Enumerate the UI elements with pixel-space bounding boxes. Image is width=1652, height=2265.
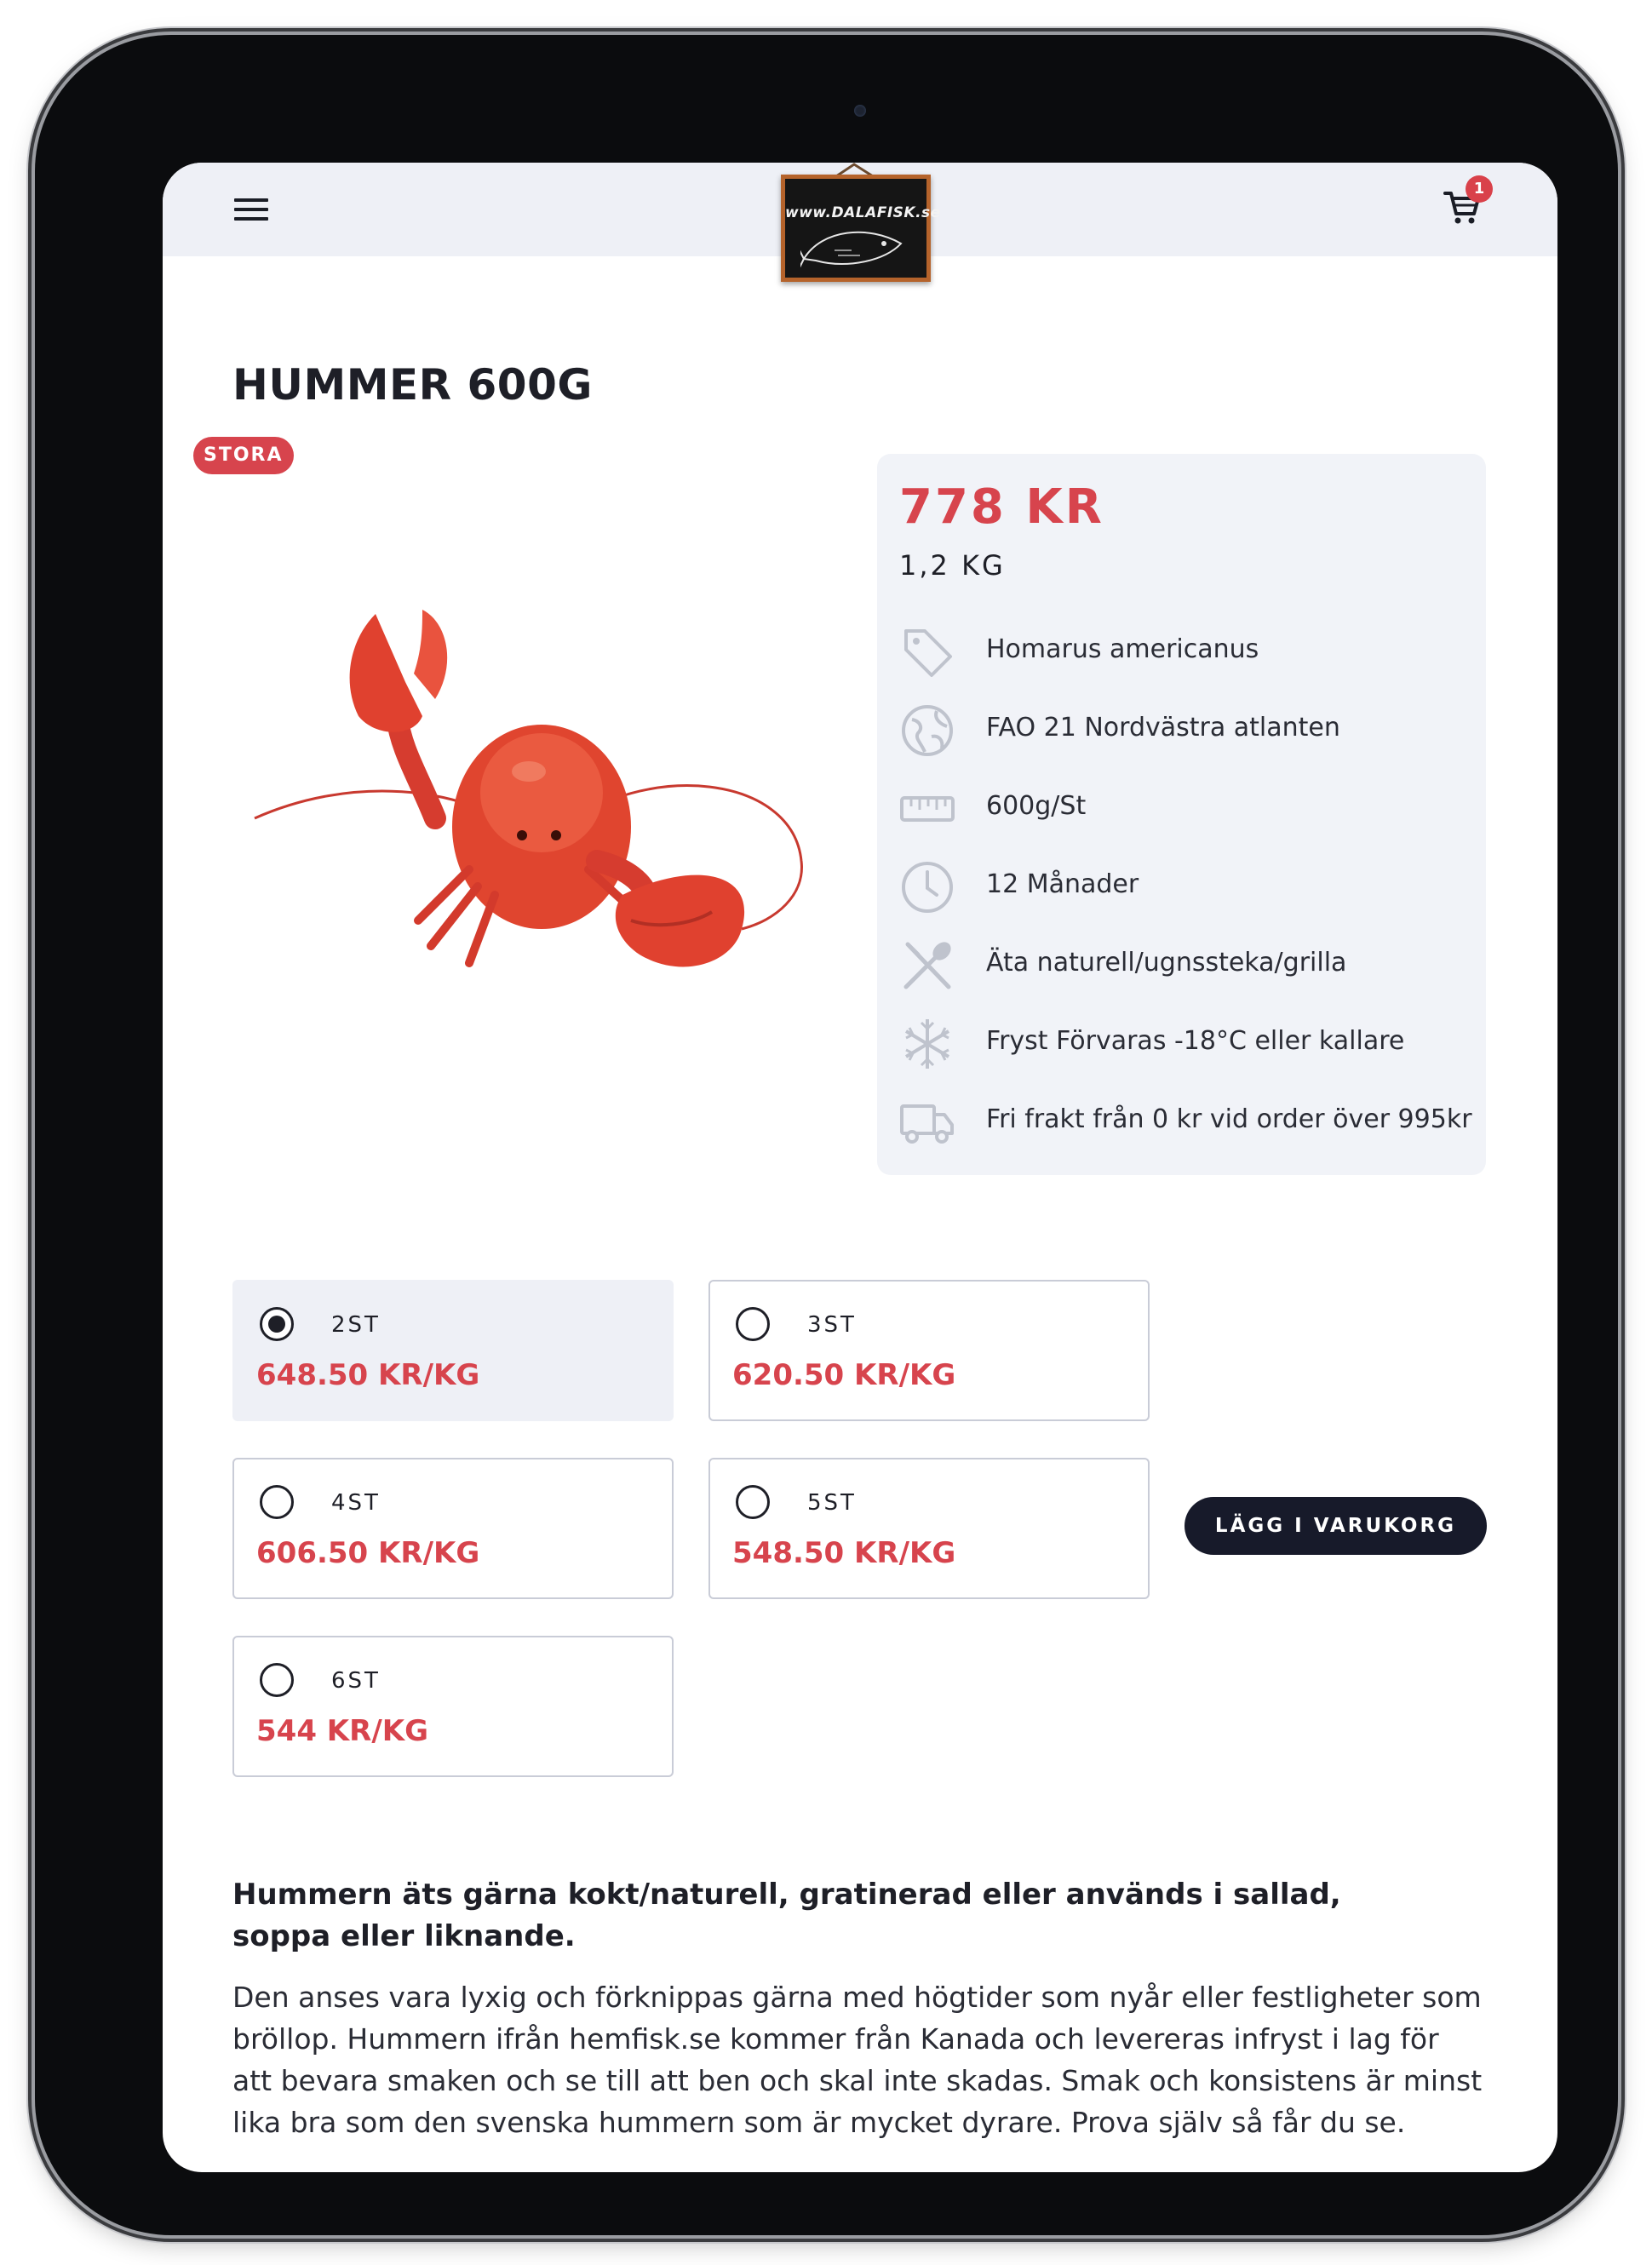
screen: 1 www.DALAFISK.se HUMMER 600G STORA 778 … xyxy=(163,163,1557,2172)
attribute-text: Homarus americanus xyxy=(986,634,1259,664)
option-qty: 4ST xyxy=(331,1490,381,1516)
option-price-per-kg: 606.50 KR/KG xyxy=(256,1536,480,1570)
snowflake-icon xyxy=(904,1019,950,1069)
attribute-size: 600g/St xyxy=(899,777,1478,837)
fish-logo-icon xyxy=(800,231,903,268)
clock-icon xyxy=(902,862,953,913)
attribute-text: Äta naturell/ugnssteka/grilla xyxy=(986,948,1347,978)
option-2st[interactable]: 2ST 648.50 KR/KG xyxy=(232,1280,674,1421)
radio-unselected[interactable] xyxy=(736,1485,770,1519)
option-qty: 3ST xyxy=(807,1312,857,1338)
tablet-frame: 1 www.DALAFISK.se HUMMER 600G STORA 778 … xyxy=(35,35,1618,2235)
option-qty: 5ST xyxy=(807,1490,857,1516)
radio-unselected[interactable] xyxy=(260,1663,294,1697)
radio-unselected[interactable] xyxy=(260,1485,294,1519)
dalafisk-logo[interactable]: www.DALAFISK.se xyxy=(781,175,941,282)
option-price-per-kg: 620.50 KR/KG xyxy=(732,1358,956,1392)
attribute-species: Homarus americanus xyxy=(899,621,1478,680)
option-6st[interactable]: 6ST 544 KR/KG xyxy=(232,1636,674,1777)
size-badge: STORA xyxy=(193,437,294,474)
option-3st[interactable]: 3ST 620.50 KR/KG xyxy=(708,1280,1150,1421)
option-5st[interactable]: 5ST 548.50 KR/KG xyxy=(708,1458,1150,1599)
attribute-storage: Fryst Förvaras -18°C eller kallare xyxy=(899,1012,1478,1072)
tag-icon xyxy=(904,629,952,677)
globe-icon xyxy=(902,705,953,756)
attribute-text: Fryst Förvaras -18°C eller kallare xyxy=(986,1026,1405,1056)
attribute-text: 12 Månader xyxy=(986,869,1139,899)
description-body: Den anses vara lyxig och förknippas gärn… xyxy=(232,1981,1483,2139)
front-camera xyxy=(854,105,866,117)
option-4st[interactable]: 4ST 606.50 KR/KG xyxy=(232,1458,674,1599)
product-weight: 1,2 KG xyxy=(899,549,1006,582)
attribute-text: Fri frakt från 0 kr vid order över 995kr xyxy=(986,1104,1472,1134)
add-to-cart-button[interactable]: LÄGG I VARUKORG xyxy=(1185,1497,1487,1555)
product-price: 778 KR xyxy=(899,479,1104,535)
radio-selected[interactable] xyxy=(260,1307,294,1341)
lobster-product-image xyxy=(254,610,803,967)
attribute-preparation: Äta naturell/ugnssteka/grilla xyxy=(899,934,1478,994)
radio-unselected[interactable] xyxy=(736,1307,770,1341)
option-qty: 2ST xyxy=(331,1312,381,1338)
attribute-origin: FAO 21 Nordvästra atlanten xyxy=(899,699,1478,759)
option-price-per-kg: 548.50 KR/KG xyxy=(732,1536,956,1570)
truck-icon xyxy=(900,1104,954,1144)
ruler-icon xyxy=(900,796,955,822)
attribute-shipping: Fri frakt från 0 kr vid order över 995kr xyxy=(899,1091,1478,1150)
attribute-text: FAO 21 Nordvästra atlanten xyxy=(986,713,1340,743)
option-price-per-kg: 544 KR/KG xyxy=(256,1714,429,1748)
attribute-text: 600g/St xyxy=(986,791,1087,821)
logo-text: www.DALAFISK.se xyxy=(785,204,941,221)
attribute-shelf-life: 12 Månader xyxy=(899,856,1478,915)
option-qty: 6ST xyxy=(331,1668,381,1694)
product-title: HUMMER 600G xyxy=(232,360,593,410)
product-info-panel: 778 KR 1,2 KG Homarus americanus FAO 21 … xyxy=(877,454,1486,1175)
utensils-icon xyxy=(903,942,951,989)
description-lead: Hummern äts gärna kokt/naturell, gratine… xyxy=(232,1878,1341,1953)
option-price-per-kg: 648.50 KR/KG xyxy=(256,1358,480,1392)
